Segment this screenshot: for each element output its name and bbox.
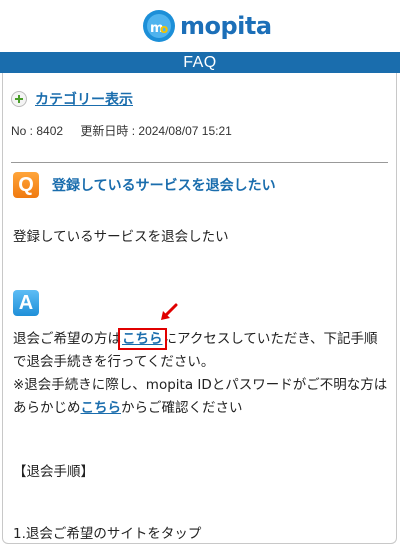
steps-heading: 【退会手順】 xyxy=(13,464,94,480)
page-title: FAQ xyxy=(183,54,217,71)
answer-badge-icon: A xyxy=(13,290,39,316)
plus-icon[interactable] xyxy=(11,91,27,107)
faq-meta: No : 8402 更新日時 : 2024/08/07 15:21 xyxy=(11,122,232,139)
id-check-link[interactable]: こちら xyxy=(81,400,122,416)
category-link[interactable]: カテゴリー表示 xyxy=(35,89,133,109)
answer-text: 退会ご希望の方は xyxy=(13,331,121,347)
question-header: Q 登録しているサービスを退会したい xyxy=(13,172,276,198)
withdrawal-link[interactable]: こちら xyxy=(118,328,167,350)
divider xyxy=(11,162,388,163)
updated-date: 更新日時 : 2024/08/07 15:21 xyxy=(80,124,232,138)
page-title-bar: FAQ xyxy=(0,52,400,73)
faq-number: No : 8402 xyxy=(11,124,64,138)
site-header: m o mopita xyxy=(0,0,400,52)
question-title: 登録しているサービスを退会したい xyxy=(52,178,276,194)
mopita-logo-mark-icon: m o xyxy=(143,10,175,42)
answer-note: からご確認ください xyxy=(121,400,243,416)
answer-header: A xyxy=(13,290,39,316)
red-arrow-icon xyxy=(161,303,178,320)
step-item: 1.退会ご希望のサイトをタップ xyxy=(13,526,202,542)
answer-body: 退会ご希望の方はこちらにアクセスしていただき、下記手順で退会手続きを行ってくださ… xyxy=(13,328,388,420)
question-badge-icon: Q xyxy=(13,172,39,198)
question-body: 登録しているサービスを退会したい xyxy=(13,229,229,245)
mopita-logo[interactable]: m o mopita xyxy=(142,9,272,43)
category-toggle[interactable]: カテゴリー表示 xyxy=(11,89,133,109)
svg-text:o: o xyxy=(160,22,168,36)
brand-name: mopita xyxy=(180,12,272,40)
